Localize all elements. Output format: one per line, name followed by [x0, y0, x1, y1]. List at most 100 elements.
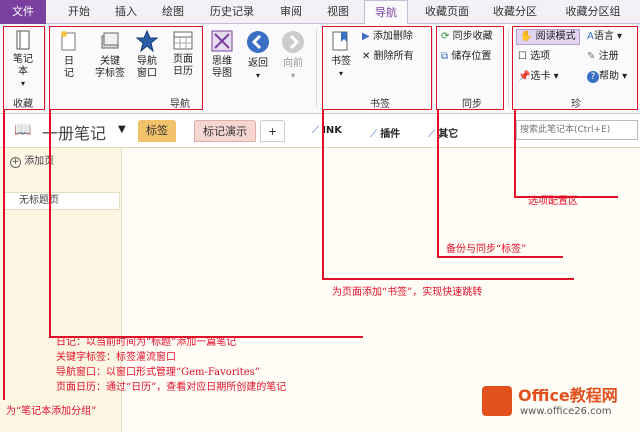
tab-insert[interactable]: 插入 — [106, 0, 146, 24]
delete-all-button[interactable]: ✕ 删除所有 — [362, 50, 414, 64]
sync-icon: ⟳ — [441, 31, 450, 42]
diary-icon — [61, 31, 76, 51]
tab-fav-group[interactable]: 收藏分区组 — [554, 0, 632, 24]
tab-view[interactable]: 视图 — [318, 0, 358, 24]
chevron-down-icon[interactable]: ▼ — [118, 124, 126, 135]
watermark-url: www.office26.com — [520, 406, 612, 417]
notebook-title[interactable]: 一册笔记 — [42, 120, 106, 144]
arrow-left-icon — [247, 31, 269, 53]
register-label: 注册 — [598, 51, 619, 62]
notebook-bar: 📖 一册笔记 ▼ 标签 标记演示 + ⟋ INK ⟋ 插件 ⟋ 其它 — [0, 114, 640, 148]
section-tab-tags[interactable]: 标签 — [138, 120, 176, 142]
annotation-diary: 日记：以当前时间为“标题”添加一篇笔记 — [56, 337, 237, 348]
help-icon: ? — [587, 71, 599, 83]
hand-icon: ✋ — [520, 31, 533, 42]
ink-icon: ⟋ — [312, 125, 319, 136]
chevron-down-icon: ▾ — [290, 71, 295, 80]
add-delete-button[interactable]: ▶ 添加删除 — [362, 30, 413, 44]
plugin-button[interactable]: ⟋ 插件 — [370, 125, 400, 140]
bookmark-icon — [332, 31, 348, 51]
annotation-section: 为“笔记本添加分组” — [6, 406, 97, 417]
delete-all-label: 删除所有 — [373, 51, 414, 62]
page-calendar-button[interactable]: 页面 日历 — [166, 30, 200, 78]
other-icon: ⟋ — [428, 129, 435, 140]
register-icon: ✎ — [587, 51, 596, 62]
group-label-nav: 导航 — [170, 99, 190, 110]
tab-navigation[interactable]: 导航 — [364, 0, 408, 24]
pin-icon: 📌 — [518, 71, 531, 82]
bookmark-add-icon: ▶ — [362, 31, 370, 42]
save-icon: ⧉ — [441, 51, 449, 62]
help-button[interactable]: ? 帮助 ▾ — [587, 70, 627, 84]
divider — [432, 28, 433, 108]
annotation-calendar: 页面日历：通过“日历”，查看对应日期所创建的笔记 — [56, 382, 287, 393]
page-calendar-label: 页面 日历 — [173, 54, 193, 77]
options-button[interactable]: ☐ 选项 — [518, 50, 550, 64]
search-input[interactable] — [516, 120, 638, 140]
bookmark-button[interactable]: 书签 ▾ — [326, 30, 356, 80]
annotation-keyword: 关键字标签：标签灌流窗口 — [56, 352, 176, 363]
group-label-zhen: 珍 — [571, 99, 581, 110]
tab-review[interactable]: 审阅 — [270, 0, 312, 24]
register-button[interactable]: ✎ 注册 — [587, 50, 619, 64]
chevron-down-icon: ▾ — [613, 31, 623, 42]
language-label: 语言 — [593, 31, 614, 42]
forward-label: 向前 — [283, 58, 303, 69]
read-mode-button[interactable]: ✋ 阅读模式 — [516, 29, 580, 45]
chevron-down-icon: ▾ — [255, 71, 260, 80]
sync-fav-label: 同步收藏 — [452, 31, 493, 42]
add-delete-label: 添加删除 — [372, 31, 413, 42]
options-label: 选项 — [530, 51, 551, 62]
read-mode-label: 阅读模式 — [535, 31, 576, 42]
watermark: Office教程网 www.office26.com — [478, 380, 638, 424]
group-label-sync: 同步 — [462, 99, 482, 110]
keyword-tag-label: 关键 字标签 — [95, 56, 125, 79]
annotation-bookmark: 为页面添加“书签”，实现快速跳转 — [332, 287, 483, 298]
ink-button[interactable]: ⟋ INK — [312, 125, 342, 136]
sync-fav-button[interactable]: ⟳ 同步收藏 — [441, 30, 493, 44]
chevron-down-icon: ▾ — [619, 71, 628, 82]
mindmap-button[interactable]: 思维 导图 — [205, 30, 239, 80]
tab-card-button[interactable]: 📌选卡 ▾ — [518, 70, 559, 84]
tab-fav-section[interactable]: 收藏分区 — [484, 0, 546, 24]
office-logo-icon — [482, 386, 512, 416]
ribbon: 笔记 本 ▾ 收藏 日 记 关键 字标签 导航 窗口 页面 日历 导航 思维 导… — [0, 24, 640, 114]
save-position-label: 储存位置 — [451, 51, 492, 62]
section-tab-demo[interactable]: 标记演示 — [194, 120, 256, 142]
add-page-button[interactable]: + 添加页 — [10, 152, 54, 168]
back-button[interactable]: 返回 ▾ — [243, 30, 273, 82]
group-label-fav: 收藏 — [13, 99, 33, 110]
tab-file[interactable]: 文件 — [0, 0, 46, 24]
help-label: 帮助 — [599, 71, 619, 82]
close-icon: ✕ — [362, 51, 371, 62]
tab-history[interactable]: 历史记录 — [200, 0, 264, 24]
chevron-down-icon: ▾ — [550, 71, 559, 82]
page-item[interactable]: 无标题页 — [4, 192, 120, 210]
arrow-right-icon — [282, 31, 304, 53]
bookmark-label: 书签 — [331, 56, 351, 67]
forward-button[interactable]: 向前 ▾ — [278, 30, 308, 82]
keyword-tag-button[interactable]: 关键 字标签 — [88, 30, 132, 80]
divider — [45, 28, 46, 108]
chevron-down-icon: ▾ — [20, 79, 25, 88]
options-icon: ☐ — [518, 51, 527, 62]
tab-fav-page[interactable]: 收藏页面 — [416, 0, 478, 24]
book-icon: 📖 — [14, 122, 32, 138]
save-position-button[interactable]: ⧉ 储存位置 — [441, 50, 491, 64]
notebook-icon — [16, 30, 30, 50]
language-button[interactable]: A语言 ▾ — [587, 30, 622, 44]
annotation-options: 选项配置区 — [528, 196, 578, 207]
nav-window-button[interactable]: 导航 窗口 — [130, 29, 164, 80]
mindmap-label: 思维 导图 — [212, 56, 232, 79]
diary-label: 日 记 — [64, 56, 74, 79]
tab-draw[interactable]: 绘图 — [152, 0, 194, 24]
group-label-bookmark: 书签 — [370, 99, 390, 110]
tab-home[interactable]: 开始 — [58, 0, 100, 24]
divider — [508, 28, 509, 108]
annotation-sync: 备份与同步“标签” — [446, 244, 527, 255]
add-section-button[interactable]: + — [260, 120, 286, 142]
other-button[interactable]: ⟋ 其它 — [428, 125, 458, 140]
diary-button[interactable]: 日 记 — [52, 30, 86, 80]
notebook-button[interactable]: 笔记 本 ▾ — [6, 30, 40, 90]
tab-card-label: 选卡 — [530, 71, 551, 82]
